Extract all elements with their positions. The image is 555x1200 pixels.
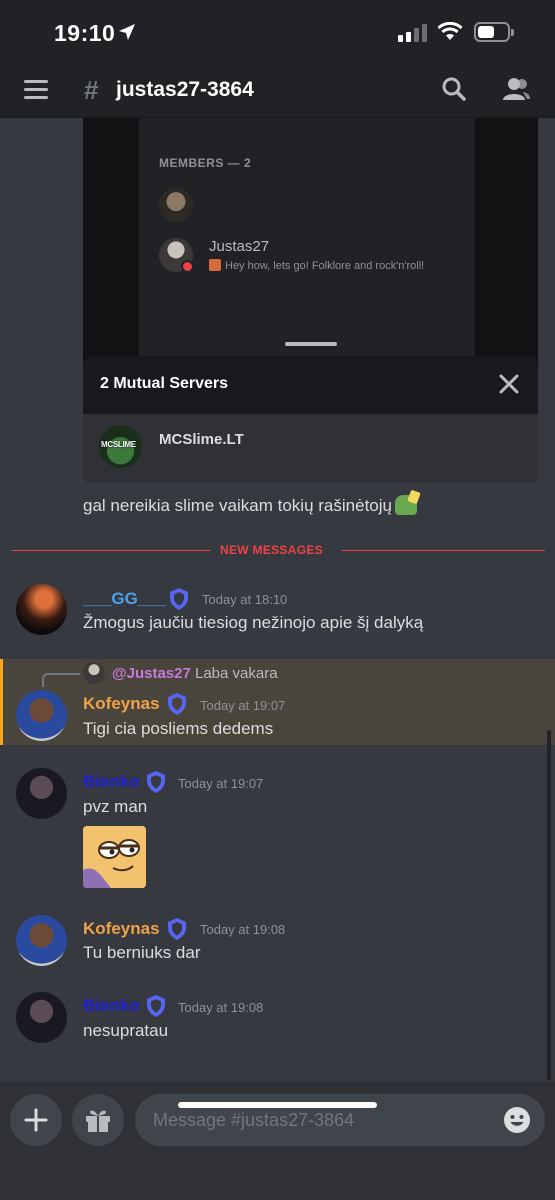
embed-members-title: MEMBERS — 2 — [159, 156, 252, 170]
mutual-servers-header: 2 Mutual Servers — [83, 356, 538, 414]
message-text: pvz man — [83, 797, 148, 816]
embedded-screenshot[interactable]: MEMBERS — 2 Justas27 Hey how, lets go! F… — [83, 118, 538, 483]
shield-icon — [147, 771, 165, 793]
avatar[interactable] — [16, 584, 67, 635]
channel-header: # justas27-3864 — [0, 62, 555, 118]
message-text: gal nereikia slime vaikam tokių rašinėto… — [83, 495, 417, 516]
plus-icon — [24, 1108, 48, 1132]
app-screen: 19:10 # justas27-3864 MEMBERS — 2 Justas… — [0, 0, 555, 1200]
server-name: MCSlime.LT — [159, 431, 244, 448]
mutual-servers-title: 2 Mutual Servers — [100, 375, 229, 392]
message-author[interactable]: Bienko — [83, 772, 140, 792]
avatar[interactable] — [16, 768, 67, 819]
reply-connector — [42, 673, 80, 687]
message-timestamp: Today at 19:08 — [200, 922, 286, 937]
wifi-icon — [437, 22, 463, 40]
shield-icon — [168, 693, 186, 715]
close-icon — [499, 374, 519, 394]
search-icon[interactable] — [441, 76, 467, 102]
message-timestamp: Today at 19:07 — [200, 698, 286, 713]
battery-icon — [474, 22, 514, 42]
add-attachment-button[interactable] — [10, 1094, 62, 1146]
message-text: Tigi cia posliems dedems — [83, 719, 274, 738]
avatar[interactable] — [16, 690, 67, 741]
gift-button[interactable] — [72, 1094, 124, 1146]
emoji-icon[interactable] — [503, 1106, 531, 1134]
status-emoji-icon — [209, 259, 221, 271]
members-icon[interactable] — [501, 76, 531, 102]
message-author[interactable]: Kofeynas — [83, 919, 160, 939]
new-messages-label: NEW MESSAGES — [220, 543, 323, 557]
dnd-status-icon — [181, 260, 194, 273]
shield-icon — [168, 918, 186, 940]
menu-icon[interactable] — [24, 80, 48, 100]
channel-title: justas27-3864 — [116, 78, 254, 101]
status-bar: 19:10 — [0, 0, 555, 62]
sticker-image[interactable] — [83, 826, 146, 888]
home-indicator — [178, 1102, 377, 1108]
hash-icon: # — [84, 75, 99, 105]
gift-icon — [86, 1110, 110, 1132]
message-author[interactable]: Kofeynas — [83, 694, 160, 714]
message-author[interactable]: Bienko — [83, 996, 140, 1016]
message-text: Žmogus jaučiu tiesiog nežinojo apie šį d… — [83, 613, 424, 632]
message-timestamp: Today at 18:10 — [202, 592, 288, 607]
status-time: 19:10 — [54, 20, 116, 46]
server-icon: MCSLIME — [99, 425, 142, 468]
mention-bar — [0, 659, 3, 745]
avatar — [83, 662, 105, 684]
signal-icon — [398, 24, 427, 42]
drag-handle — [285, 342, 337, 346]
shield-icon — [170, 588, 188, 610]
reply-author[interactable]: @Justas27 — [112, 665, 191, 682]
message-text: Tu berniuks dar — [83, 943, 201, 962]
scrollbar[interactable] — [547, 730, 551, 1080]
avatar[interactable] — [16, 915, 67, 966]
message-text: nesupratau — [83, 1021, 169, 1040]
pepe-emoji-icon — [394, 495, 417, 515]
message-composer — [0, 1082, 555, 1200]
new-messages-divider: NEW MESSAGES — [12, 540, 545, 560]
avatar — [159, 188, 193, 222]
message-author[interactable]: ___GG___ — [83, 589, 166, 609]
reply-preview[interactable]: Laba vakara — [195, 665, 278, 682]
location-arrow-icon — [119, 24, 135, 40]
message-timestamp: Today at 19:08 — [178, 1000, 264, 1015]
embed-members-panel: MEMBERS — 2 Justas27 Hey how, lets go! F… — [139, 118, 475, 356]
avatar[interactable] — [16, 992, 67, 1043]
server-row: MCSLIME MCSlime.LT — [83, 414, 538, 483]
shield-icon — [147, 995, 165, 1017]
embed-member-name: Justas27 — [209, 238, 270, 255]
embed-member-status: Hey how, lets go! Folklore and rock'n'ro… — [209, 259, 424, 272]
message-timestamp: Today at 19:07 — [178, 776, 264, 791]
